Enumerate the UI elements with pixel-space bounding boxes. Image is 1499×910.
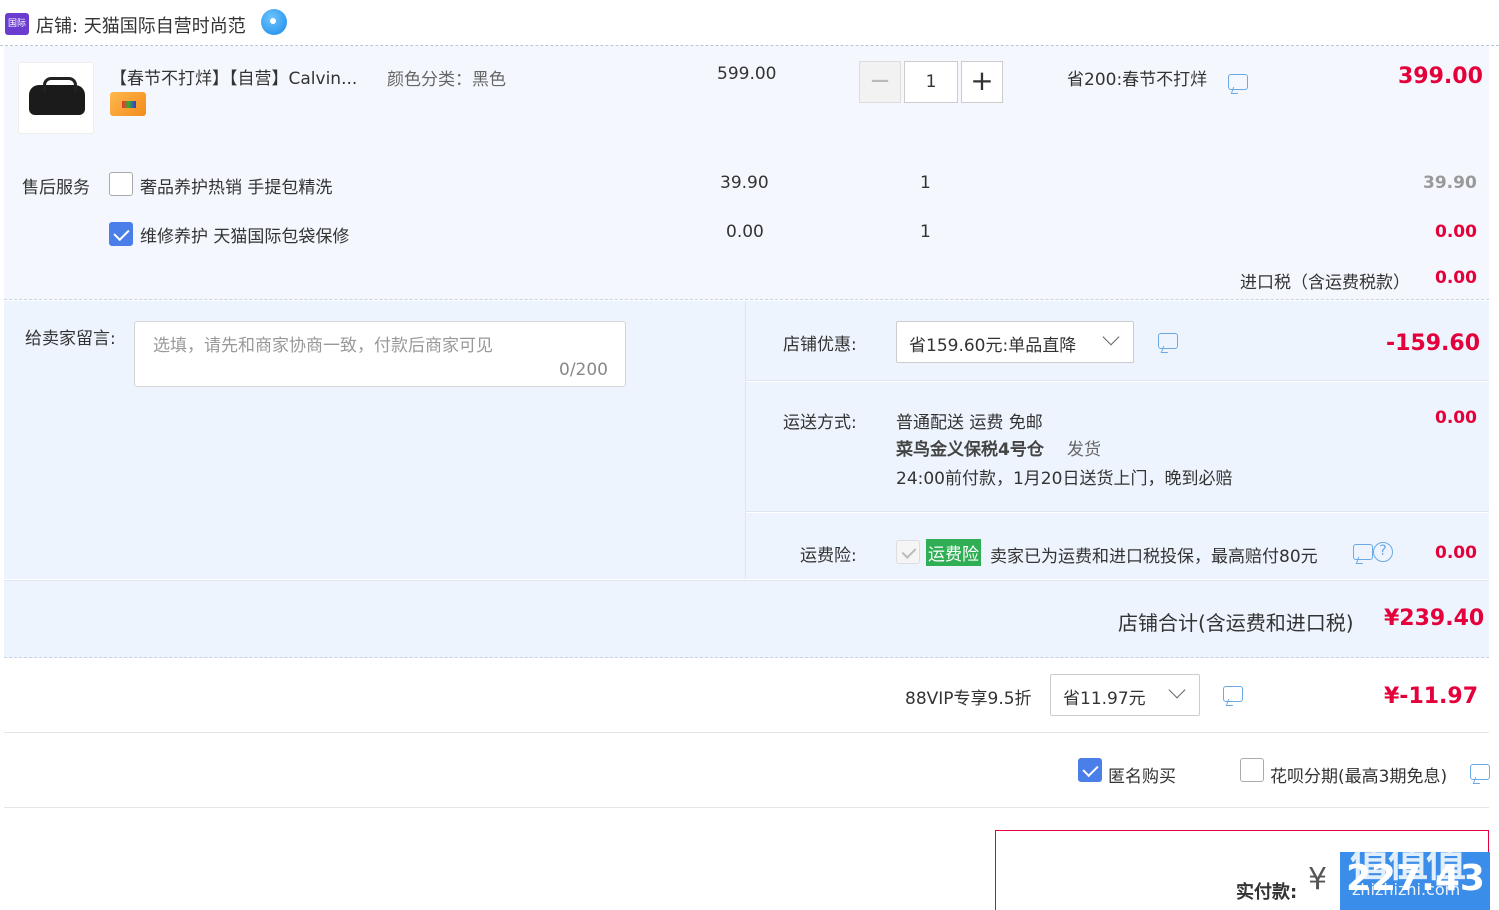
service-1-label: 奢品养护热销 手提包精洗 (140, 178, 333, 198)
service-2-total: 0.00 (1435, 222, 1477, 242)
message-char-count: 0/200 (559, 360, 608, 380)
import-tax-amount: 0.00 (1435, 268, 1477, 288)
store-total-label: 店铺合计(含运费和进口税) (1118, 611, 1354, 635)
message-icon[interactable] (1470, 764, 1490, 780)
payment-currency: ¥ (1308, 862, 1328, 897)
service-1-total: 39.90 (1423, 173, 1477, 193)
wangwang-chat-icon[interactable] (261, 9, 287, 35)
insurance-text: 卖家已为运费和进口税投保，最高赔付80元 (990, 547, 1318, 567)
vip-label: 88VIP专享9.5折 (905, 689, 1032, 709)
shipping-dispatch: 发货 (1067, 440, 1101, 460)
shipping-row (746, 382, 1489, 512)
vip-selected-value: 省11.97元 (1063, 689, 1146, 709)
vip-discount-amount: ¥-11.97 (1384, 684, 1479, 709)
insurance-label: 运费险: (800, 546, 857, 566)
service-2-checkbox[interactable] (109, 222, 133, 246)
insurance-badge: 运费险 (926, 539, 981, 566)
quantity-decrease-button[interactable]: − (859, 61, 901, 103)
service-section-label: 售后服务 (22, 178, 90, 198)
coupon-amount: -159.60 (1386, 331, 1481, 356)
message-label: 给卖家留言: (25, 329, 116, 349)
store-name[interactable]: 店铺: 天猫国际自营时尚范 (36, 12, 246, 38)
shipping-label: 运送方式: (783, 413, 857, 433)
help-icon[interactable]: ? (1373, 542, 1393, 562)
payment-label: 实付款: (1236, 882, 1298, 903)
shipping-fee: 0.00 (1435, 408, 1477, 428)
watermark-url: zhizhizhi.com (1352, 880, 1461, 899)
coupon-selected-value: 省159.60元:单品直降 (909, 336, 1077, 356)
message-icon[interactable] (1353, 544, 1373, 560)
store-total-amount: ¥239.40 (1384, 606, 1485, 631)
anonymous-purchase-checkbox[interactable] (1078, 758, 1102, 782)
product-title[interactable]: 【春节不打烊】【自营】Calvin... (110, 64, 357, 89)
product-unit-price: 599.00 (717, 64, 777, 84)
coupon-label: 店铺优惠: (783, 335, 857, 355)
message-icon[interactable] (1228, 74, 1248, 90)
huabei-installment-checkbox[interactable] (1240, 758, 1264, 782)
quantity-input[interactable]: 1 (904, 61, 958, 103)
product-promo: 省200:春节不打烊 (1067, 70, 1208, 90)
service-1-checkbox[interactable] (109, 172, 133, 196)
vip-row (4, 659, 1489, 733)
huabei-installment-label[interactable]: 花呗分期(最高3期免息) (1270, 762, 1447, 787)
shipping-warehouse: 菜鸟金义保税4号仓 (896, 440, 1044, 460)
product-total: 399.00 (1398, 64, 1483, 89)
service-2-qty: 1 (920, 222, 931, 242)
import-tax-label: 进口税（含运费税款） (1240, 273, 1410, 293)
message-icon[interactable] (1158, 333, 1178, 349)
insurance-fee: 0.00 (1435, 543, 1477, 563)
service-1-qty: 1 (920, 173, 931, 193)
service-2-label: 维修养护 天猫国际包袋保修 (140, 227, 350, 247)
message-placeholder: 选填，请先和商家协商一致，付款后商家可见 (153, 336, 493, 356)
options-row (4, 734, 1489, 808)
anonymous-purchase-label[interactable]: 匿名购买 (1108, 762, 1176, 787)
message-icon[interactable] (1223, 686, 1243, 702)
insurance-checkbox (896, 540, 920, 564)
quantity-increase-button[interactable]: + (961, 61, 1003, 103)
shipping-method: 普通配送 运费 免邮 (896, 413, 1043, 433)
product-variant: 颜色分类：黑色 (387, 70, 506, 90)
service-2-price: 0.00 (726, 222, 764, 242)
service-1-price: 39.90 (720, 173, 769, 193)
store-badge-icon: 国际 (5, 13, 29, 35)
card-icon (110, 92, 146, 116)
shipping-eta: 24:00前付款，1月20日送货上门，晚到必赔 (896, 469, 1233, 489)
product-thumbnail[interactable] (18, 62, 94, 134)
